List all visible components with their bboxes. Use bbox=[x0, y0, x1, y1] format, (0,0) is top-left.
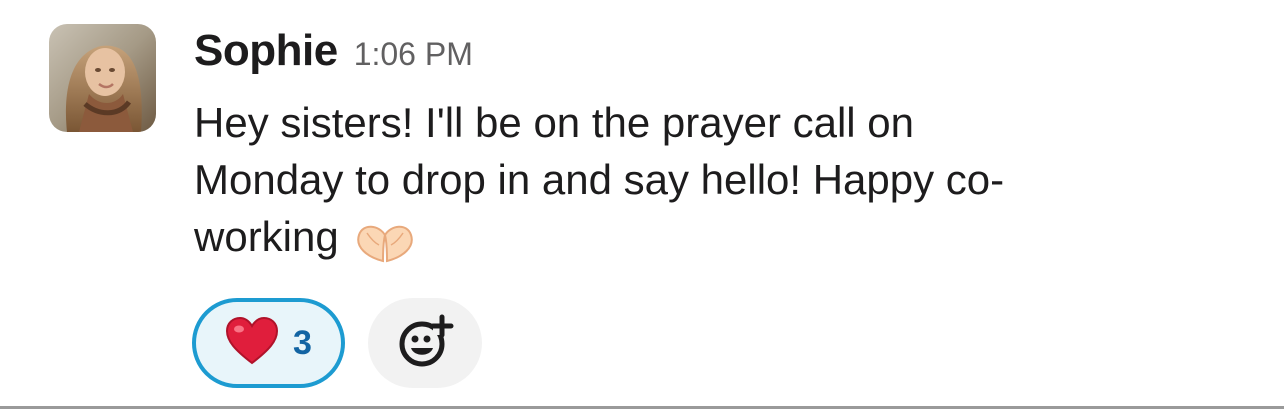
heart-icon bbox=[225, 316, 279, 370]
avatar[interactable] bbox=[49, 24, 156, 132]
message-line-last: working bbox=[194, 208, 1184, 265]
message-body: Hey sisters! I'll be on the prayer call … bbox=[194, 94, 1184, 265]
message-header: Sophie 1:06 PM bbox=[194, 26, 473, 86]
message-line: Hey sisters! I'll be on the prayer call … bbox=[194, 99, 915, 146]
avatar-image bbox=[49, 24, 156, 132]
message-line: Monday to drop in and say hello! Happy c… bbox=[194, 156, 1005, 203]
reaction-count: 3 bbox=[293, 323, 312, 362]
add-reaction-icon bbox=[395, 311, 455, 376]
sender-name[interactable]: Sophie bbox=[194, 26, 338, 76]
message-line-text: working bbox=[194, 213, 339, 260]
add-reaction-button[interactable] bbox=[368, 298, 482, 388]
heart-hands-emoji-icon bbox=[353, 220, 417, 263]
heart-reaction-button[interactable]: 3 bbox=[192, 298, 345, 388]
message: Sophie 1:06 PM Hey sisters! I'll be on t… bbox=[0, 0, 1284, 409]
timestamp[interactable]: 1:06 PM bbox=[354, 36, 473, 73]
reactions-bar: 3 bbox=[192, 298, 482, 388]
